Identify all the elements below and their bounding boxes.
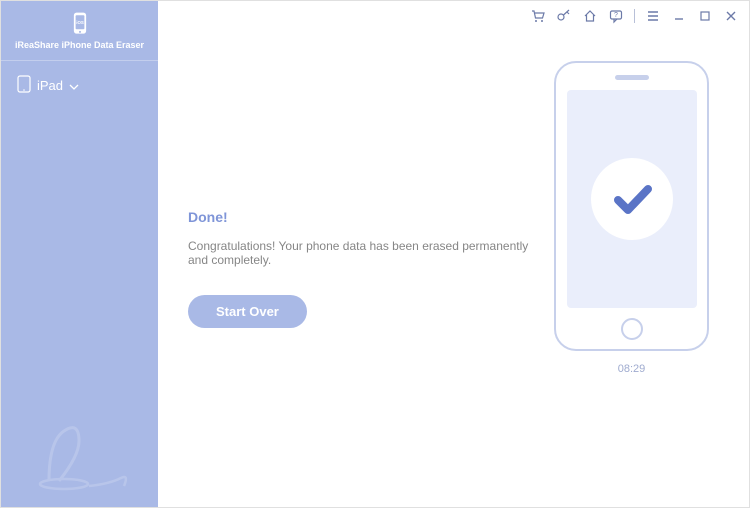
sidebar: iOS iReaShare iPhone Data Eraser iPad <box>1 1 158 507</box>
app-title: iReaShare iPhone Data Eraser <box>15 40 144 51</box>
close-button[interactable] <box>723 8 739 24</box>
sidebar-decoration <box>1 396 158 507</box>
device-icon <box>17 75 31 96</box>
chevron-down-icon <box>69 78 79 93</box>
app-logo-icon: iOS <box>66 10 94 38</box>
app-window: iOS iReaShare iPhone Data Eraser iPad <box>0 0 750 508</box>
result-text-area: Done! Congratulations! Your phone data h… <box>188 61 544 487</box>
home-icon[interactable] <box>582 8 598 24</box>
maximize-button[interactable] <box>697 8 713 24</box>
phone-screen <box>567 90 697 308</box>
svg-text:iOS: iOS <box>76 20 84 25</box>
success-check-icon <box>591 158 673 240</box>
phone-earpiece <box>615 75 649 80</box>
timestamp: 08:29 <box>618 363 646 375</box>
svg-text:?: ? <box>614 12 618 19</box>
main-area: ? Done! Congratulations! Your phone data… <box>158 1 749 507</box>
phone-illustration-area: 08:29 <box>544 61 719 487</box>
result-message: Congratulations! Your phone data has bee… <box>188 239 544 267</box>
phone-home-button <box>621 318 643 340</box>
phone-frame-icon <box>554 61 709 351</box>
minimize-button[interactable] <box>671 8 687 24</box>
content: Done! Congratulations! Your phone data h… <box>158 31 749 507</box>
separator <box>634 9 635 23</box>
device-selector[interactable]: iPad <box>1 61 158 110</box>
sidebar-header: iOS iReaShare iPhone Data Eraser <box>1 1 158 61</box>
done-heading: Done! <box>188 209 544 225</box>
feedback-icon[interactable]: ? <box>608 8 624 24</box>
menu-icon[interactable] <box>645 8 661 24</box>
key-icon[interactable] <box>556 8 572 24</box>
titlebar: ? <box>158 1 749 31</box>
cart-icon[interactable] <box>530 8 546 24</box>
start-over-button[interactable]: Start Over <box>188 295 307 328</box>
device-label: iPad <box>37 78 63 93</box>
